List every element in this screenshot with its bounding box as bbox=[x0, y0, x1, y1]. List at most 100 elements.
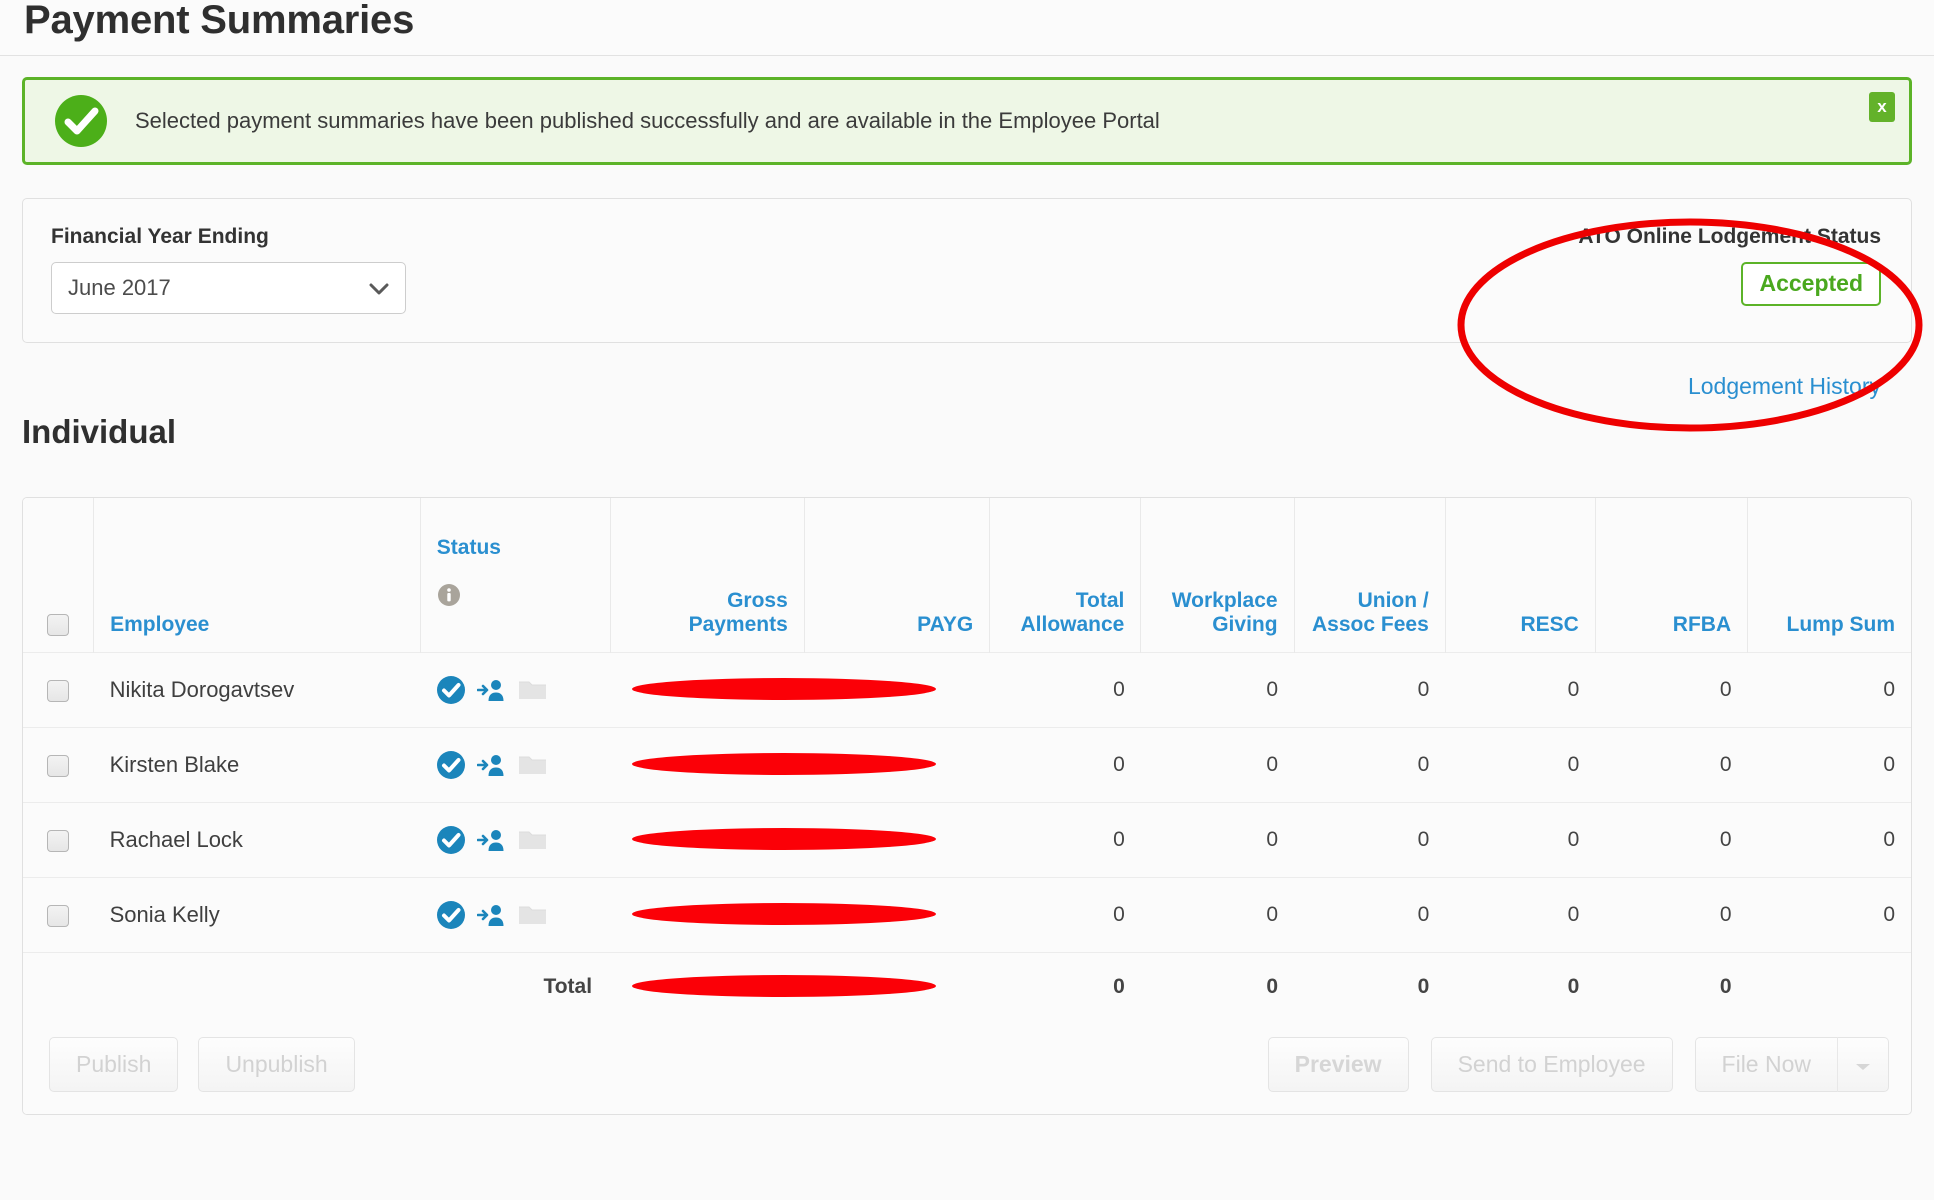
column-header-status[interactable]: Status bbox=[419, 498, 611, 653]
table-row: Nikita Dorogavtsev 0 0 0 0 0 0 bbox=[23, 652, 1911, 728]
total-resc: 0 bbox=[1445, 952, 1596, 1022]
cell-employee: Rachael Lock bbox=[93, 802, 421, 878]
folder-icon[interactable] bbox=[518, 752, 548, 778]
table-footer: Publish Unpublish Preview Send to Employ… bbox=[23, 1021, 1911, 1115]
column-header-status-label: Status bbox=[436, 535, 501, 559]
column-header-workplace-giving[interactable]: Workplace Giving bbox=[1140, 498, 1295, 653]
page-header: Payment Summaries bbox=[0, 0, 1934, 56]
payment-summaries-table: Employee Status Gross Payments PAYG Tota… bbox=[23, 498, 1911, 1022]
caret-down-icon bbox=[1855, 1051, 1871, 1078]
info-icon[interactable] bbox=[437, 584, 461, 612]
cell-rfba: 0 bbox=[1595, 727, 1748, 803]
column-header-gross-payments[interactable]: Gross Payments bbox=[609, 498, 805, 653]
redaction-mark bbox=[626, 678, 937, 702]
financial-year-select[interactable]: June 2017 bbox=[51, 262, 406, 314]
row-select-cell bbox=[23, 802, 94, 878]
row-select-cell bbox=[23, 652, 94, 728]
cell-gross-payments bbox=[610, 727, 937, 803]
cell-status bbox=[420, 877, 611, 953]
cell-lump-sum: 0 bbox=[1747, 877, 1911, 953]
column-header-total-allowance[interactable]: Total Allowance bbox=[989, 498, 1141, 653]
row-checkbox[interactable] bbox=[47, 754, 70, 777]
select-all-header bbox=[23, 498, 94, 653]
cell-union-assoc-fees: 0 bbox=[1294, 652, 1446, 728]
send-to-employee-icon[interactable] bbox=[476, 900, 507, 930]
total-spacer-employee bbox=[93, 952, 421, 1022]
page-title: Payment Summaries bbox=[24, 0, 415, 42]
table-row: Rachael Lock 0 0 0 0 0 0 bbox=[23, 802, 1911, 878]
cell-gross-payments bbox=[610, 877, 937, 953]
cell-total-allowance: 0 bbox=[989, 802, 1141, 878]
lodgement-history-row: Lodgement History bbox=[1688, 373, 1881, 400]
cell-gross-payments bbox=[610, 802, 937, 878]
published-check-icon[interactable] bbox=[436, 750, 466, 780]
table-row: Sonia Kelly 0 0 0 0 0 0 bbox=[23, 877, 1911, 953]
publish-button[interactable]: Publish bbox=[49, 1037, 179, 1093]
ato-status-label: ATO Online Lodgement Status bbox=[1578, 225, 1881, 248]
send-to-employee-button[interactable]: Send to Employee bbox=[1430, 1037, 1673, 1093]
total-gross-payments bbox=[610, 952, 937, 1022]
published-check-icon[interactable] bbox=[436, 825, 466, 855]
cell-total-allowance: 0 bbox=[989, 877, 1141, 953]
cell-workplace-giving: 0 bbox=[1140, 802, 1295, 878]
cell-employee: Kirsten Blake bbox=[93, 727, 421, 803]
cell-rfba: 0 bbox=[1595, 652, 1748, 728]
preview-button[interactable]: Preview bbox=[1267, 1037, 1409, 1093]
payment-summaries-table-card: Employee Status Gross Payments PAYG Tota… bbox=[22, 497, 1912, 1116]
filters-panel: Financial Year Ending June 2017 ATO Onli… bbox=[22, 198, 1912, 399]
cell-status bbox=[420, 802, 611, 878]
column-header-lump-sum[interactable]: Lump Sum bbox=[1747, 498, 1911, 653]
financial-year-value: June 2017 bbox=[68, 275, 171, 300]
financial-year-label: Financial Year Ending bbox=[51, 225, 269, 248]
folder-icon[interactable] bbox=[518, 677, 548, 703]
column-header-union-assoc-fees[interactable]: Union / Assoc Fees bbox=[1293, 498, 1446, 653]
total-lump-sum bbox=[1747, 952, 1911, 1022]
column-header-resc[interactable]: RESC bbox=[1444, 498, 1596, 653]
select-all-checkbox[interactable] bbox=[47, 614, 70, 637]
row-select-cell bbox=[23, 877, 94, 953]
table-header: Employee Status Gross Payments PAYG Tota… bbox=[23, 498, 1911, 653]
row-checkbox[interactable] bbox=[47, 904, 70, 927]
cell-rfba: 0 bbox=[1595, 877, 1748, 953]
cell-lump-sum: 0 bbox=[1747, 727, 1911, 803]
file-now-dropdown-button[interactable] bbox=[1838, 1037, 1889, 1093]
row-checkbox[interactable] bbox=[47, 679, 70, 702]
published-check-icon[interactable] bbox=[436, 675, 466, 705]
file-now-button[interactable]: File Now bbox=[1694, 1037, 1838, 1093]
close-icon[interactable]: x bbox=[1869, 92, 1895, 122]
column-header-payg[interactable]: PAYG bbox=[803, 498, 990, 653]
cell-rfba: 0 bbox=[1595, 802, 1748, 878]
cell-total-allowance: 0 bbox=[989, 652, 1141, 728]
folder-icon[interactable] bbox=[518, 827, 548, 853]
redaction-mark bbox=[626, 753, 937, 777]
chevron-down-icon bbox=[369, 282, 389, 295]
redaction-mark bbox=[626, 975, 937, 999]
table-total-row: Total 0 0 0 0 0 bbox=[23, 952, 1911, 1022]
total-union-assoc-fees: 0 bbox=[1294, 952, 1446, 1022]
payment-summaries-page: Payment Summaries Selected payment summa… bbox=[0, 0, 1934, 1200]
column-header-rfba[interactable]: RFBA bbox=[1594, 498, 1748, 653]
send-to-employee-icon[interactable] bbox=[476, 750, 507, 780]
send-to-employee-icon[interactable] bbox=[476, 675, 507, 705]
cell-gross-payments bbox=[610, 652, 937, 728]
table-body: Nikita Dorogavtsev 0 0 0 0 0 0 Kirsten B… bbox=[23, 652, 1911, 1022]
cell-resc: 0 bbox=[1445, 877, 1596, 953]
cell-union-assoc-fees: 0 bbox=[1294, 802, 1446, 878]
redaction-mark bbox=[626, 903, 937, 927]
total-total-allowance: 0 bbox=[989, 952, 1141, 1022]
total-workplace-giving: 0 bbox=[1140, 952, 1295, 1022]
folder-icon[interactable] bbox=[518, 902, 548, 928]
cell-workplace-giving: 0 bbox=[1140, 877, 1295, 953]
published-check-icon[interactable] bbox=[436, 900, 466, 930]
cell-workplace-giving: 0 bbox=[1140, 652, 1295, 728]
total-label: Total bbox=[420, 952, 611, 1022]
send-to-employee-icon[interactable] bbox=[476, 825, 507, 855]
unpublish-button[interactable]: Unpublish bbox=[198, 1037, 355, 1093]
cell-resc: 0 bbox=[1445, 802, 1596, 878]
lodgement-history-link[interactable]: Lodgement History bbox=[1688, 373, 1881, 399]
redaction-mark bbox=[626, 828, 937, 852]
row-checkbox[interactable] bbox=[47, 829, 70, 852]
cell-lump-sum: 0 bbox=[1747, 652, 1911, 728]
column-header-employee[interactable]: Employee bbox=[93, 498, 421, 653]
cell-lump-sum: 0 bbox=[1747, 802, 1911, 878]
